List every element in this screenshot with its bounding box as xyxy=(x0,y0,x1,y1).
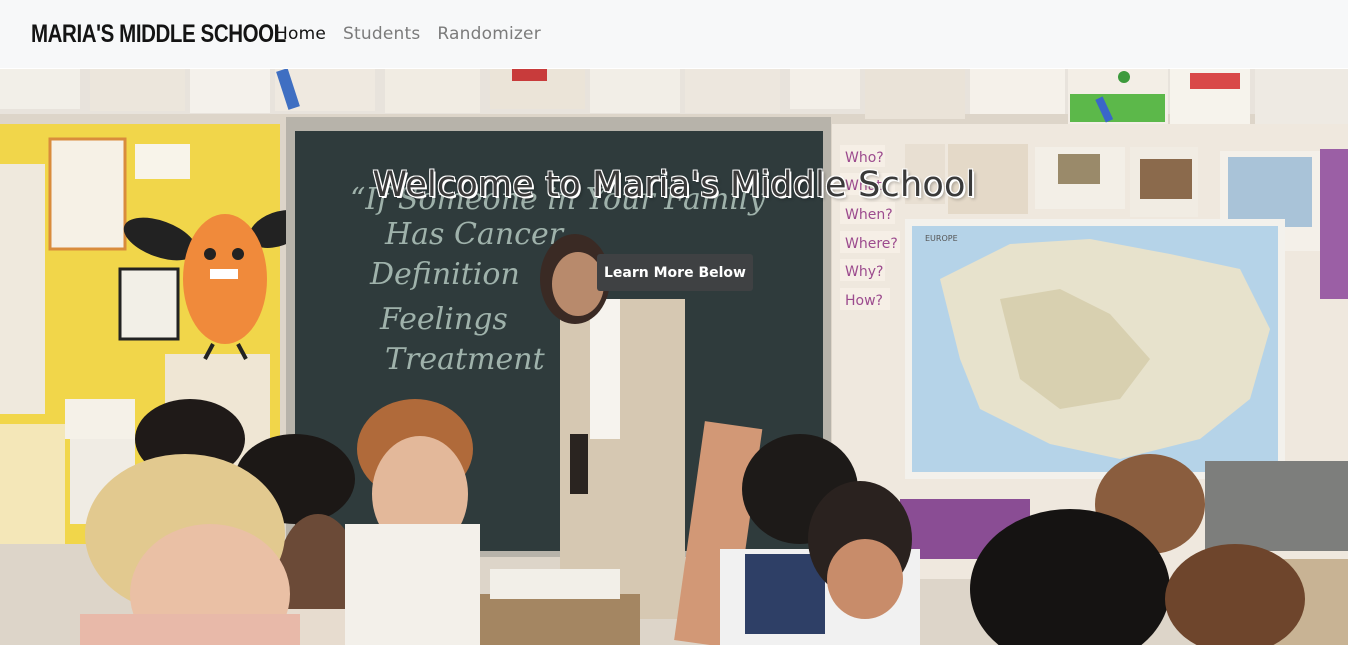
question-card-who: Who? xyxy=(845,150,884,166)
chalk-line-4: Feelings xyxy=(379,302,508,337)
question-card-where: Where? xyxy=(845,236,898,252)
europe-map: EUROPE xyxy=(905,219,1285,479)
papers-stack xyxy=(490,569,620,599)
nav-link-students[interactable]: Students xyxy=(343,24,420,44)
desk xyxy=(470,594,640,645)
overhead-projector xyxy=(1205,461,1348,551)
chalk-line-3: Definition xyxy=(369,257,520,292)
top-navbar: MARIA'S MIDDLE SCHOOL Home Students Rand… xyxy=(0,0,1348,68)
chalk-line-5: Treatment xyxy=(385,342,546,377)
hero-banner: “If Someone in Your Family Has Cancer De… xyxy=(0,69,1348,645)
learn-more-button[interactable]: Learn More Below xyxy=(597,254,753,291)
classroom-photo: “If Someone in Your Family Has Cancer De… xyxy=(0,69,1348,645)
nav-links: Home Students Randomizer xyxy=(275,24,558,44)
hero-title: Welcome to Maria's Middle School xyxy=(372,165,976,205)
question-card-when: When? xyxy=(845,207,893,223)
map-label: EUROPE xyxy=(925,234,958,243)
brand-logo-link[interactable]: MARIA'S MIDDLE SCHOOL xyxy=(31,20,286,49)
question-card-how: How? xyxy=(845,293,883,309)
chalk-line-2: Has Cancer xyxy=(384,217,565,252)
nav-link-randomizer[interactable]: Randomizer xyxy=(437,24,540,44)
question-card-why: Why? xyxy=(845,264,883,280)
